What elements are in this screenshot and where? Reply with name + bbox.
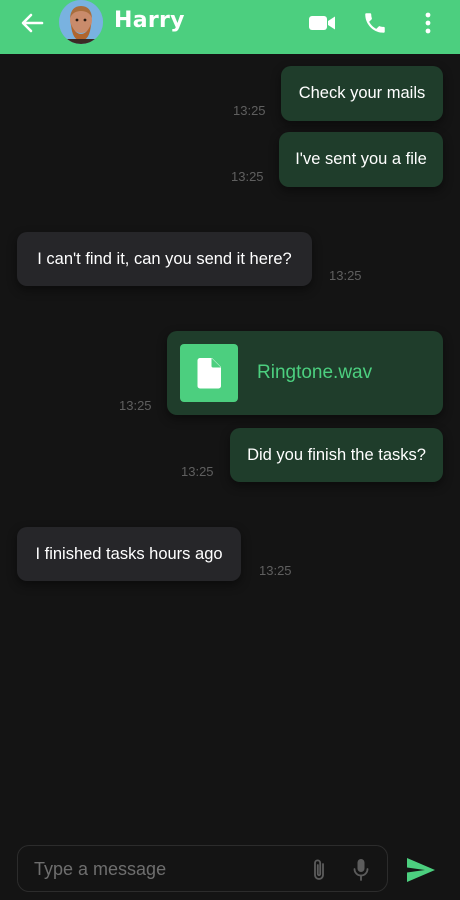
file-message-bubble[interactable]: Ringtone.wav (167, 331, 443, 415)
mic-icon (353, 859, 369, 881)
avatar[interactable] (59, 0, 103, 44)
video-call-button[interactable] (307, 10, 337, 36)
phone-icon (365, 13, 385, 33)
message-time: 13:25 (259, 563, 292, 578)
message-time: 13:25 (233, 103, 266, 118)
back-arrow-icon (21, 13, 44, 33)
message-text: Did you finish the tasks? (247, 445, 426, 464)
chat-header: Harry (0, 0, 460, 54)
file-thumbnail[interactable] (180, 344, 238, 402)
message-text: I've sent you a file (295, 150, 427, 168)
avatar-image (59, 0, 103, 44)
message-time: 13:25 (181, 464, 214, 479)
message-text: I can't find it, can you send it here? (37, 249, 292, 268)
more-options-button[interactable] (420, 10, 436, 36)
message-text: Check your mails (298, 84, 426, 102)
contact-name[interactable]: Harry (114, 8, 185, 33)
attach-button[interactable] (310, 858, 328, 882)
more-vertical-icon (425, 12, 431, 34)
message-bubble-received[interactable]: I finished tasks hours ago (17, 527, 241, 581)
message-time: 13:25 (329, 268, 362, 283)
message-time: 13:25 (119, 398, 152, 413)
message-bubble-sent[interactable]: Check your mails (281, 66, 443, 121)
message-text: I finished tasks hours ago (35, 544, 223, 563)
send-icon (407, 858, 435, 882)
message-input[interactable] (34, 856, 294, 882)
message-bubble-sent[interactable]: I've sent you a file (279, 132, 443, 187)
voice-call-button[interactable] (362, 10, 388, 36)
video-call-icon (309, 16, 335, 30)
chat-screen: Harry Check your mails 13:25 I've sent y… (0, 0, 460, 900)
message-bubble-received[interactable]: I can't find it, can you send it here? (17, 232, 312, 286)
file-icon (197, 358, 221, 389)
message-bubble-sent[interactable]: Did you finish the tasks? (230, 428, 443, 482)
message-time: 13:25 (231, 169, 264, 184)
back-button[interactable] (18, 11, 46, 35)
message-composer (17, 845, 388, 892)
attach-icon (314, 859, 324, 880)
mic-button[interactable] (352, 858, 370, 882)
send-button[interactable] (406, 857, 436, 883)
file-name[interactable]: Ringtone.wav (257, 362, 372, 384)
